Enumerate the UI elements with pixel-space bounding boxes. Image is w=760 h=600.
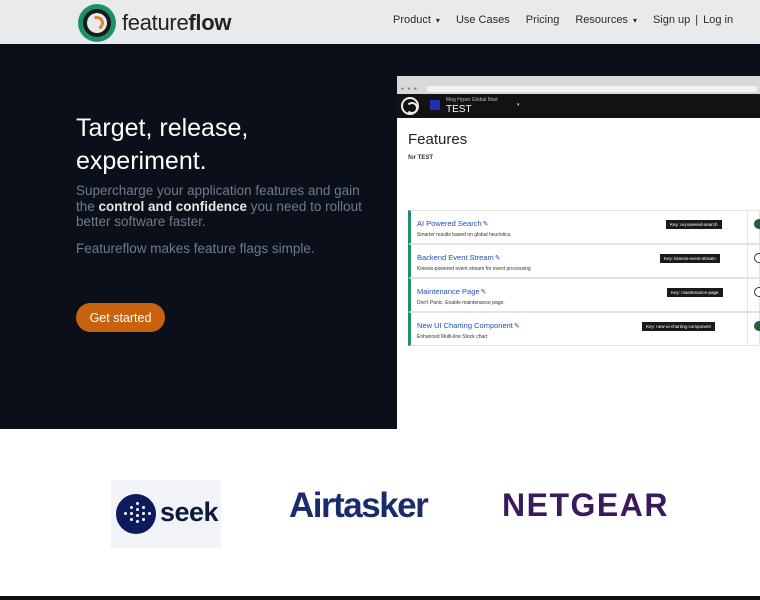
feature-toggle-on bbox=[754, 219, 760, 229]
feature-toggle-off bbox=[754, 287, 760, 297]
client-logos-section: seek Airtasker NETGEAR bbox=[0, 429, 760, 600]
get-started-button[interactable]: Get started bbox=[76, 303, 165, 332]
feature-description: Don't Panic. Enable maintenance page. bbox=[417, 300, 505, 306]
feature-description: Enhanced Multi-line Stock chart bbox=[417, 334, 488, 340]
chevron-down-icon: ▾ bbox=[435, 15, 440, 25]
featureflow-logo[interactable]: featureflow bbox=[78, 4, 232, 42]
nav-item-pricing[interactable]: Pricing bbox=[526, 14, 560, 26]
feature-key-badge: Key: new-ui-charting-component bbox=[642, 322, 715, 331]
features-heading: Features bbox=[408, 131, 468, 148]
window-controls-icon: ● ● ● bbox=[401, 86, 418, 92]
nav-item-product[interactable]: Product ▾ bbox=[393, 14, 440, 26]
feature-list: AI Powered Search✎ Smarter results based… bbox=[408, 210, 760, 346]
edit-icon: ✎ bbox=[480, 289, 487, 296]
feature-description: Smarter results based on global heuristi… bbox=[417, 232, 512, 238]
features-env-label: for TEST bbox=[408, 155, 433, 161]
hero-subtitle: Supercharge your application features an… bbox=[76, 183, 362, 229]
feature-name: AI Powered Search✎ bbox=[417, 219, 489, 228]
hero-tagline: Featureflow makes feature flags simple. bbox=[76, 241, 315, 256]
chevron-down-icon: ▾ bbox=[632, 15, 637, 25]
app-header: Meg Hyper Global Mart TEST ▾ bbox=[397, 94, 760, 118]
feature-row: Maintenance Page✎ Don't Panic. Enable ma… bbox=[408, 278, 760, 312]
feature-name: New UI Charting Component✎ bbox=[417, 321, 520, 330]
feature-row: New UI Charting Component✎ Enhanced Mult… bbox=[408, 312, 760, 346]
feature-key-badge: Key: kinesis-event-stream bbox=[660, 254, 720, 263]
feature-description: Kinesis-powered event stream for event p… bbox=[417, 266, 531, 272]
feature-name: Maintenance Page✎ bbox=[417, 287, 487, 296]
nav-item-resources[interactable]: Resources ▾ bbox=[575, 14, 637, 26]
edit-icon: ✎ bbox=[494, 255, 501, 262]
hero-title: Target, release, experiment. bbox=[76, 114, 249, 175]
edit-icon: ✎ bbox=[482, 221, 489, 228]
edit-icon: ✎ bbox=[513, 323, 520, 330]
feature-name: Backend Event Stream✎ bbox=[417, 253, 501, 262]
feature-toggle-off bbox=[754, 253, 760, 263]
login-link[interactable]: Log in bbox=[703, 14, 733, 26]
project-color-badge bbox=[430, 100, 440, 110]
top-navbar: featureflow Product ▾ Use Cases Pricing R… bbox=[0, 0, 760, 44]
brand-name: featureflow bbox=[122, 10, 232, 35]
feature-row: Backend Event Stream✎ Kinesis-powered ev… bbox=[408, 244, 760, 278]
feature-toggle-on bbox=[754, 321, 760, 331]
footer-edge bbox=[0, 596, 760, 600]
seek-dots-icon bbox=[116, 494, 156, 534]
netgear-logo: NETGEAR bbox=[502, 487, 669, 523]
address-bar bbox=[427, 86, 757, 92]
hero-section: Target, release, experiment. Supercharge… bbox=[0, 44, 760, 429]
signup-link[interactable]: Sign up bbox=[653, 14, 690, 26]
feature-key-badge: Key: ai-powered-search bbox=[666, 220, 722, 229]
auth-links: Sign up | Log in bbox=[653, 14, 733, 26]
featureflow-logo-icon bbox=[78, 4, 116, 42]
main-menu: Product ▾ Use Cases Pricing Resources ▾ Si… bbox=[393, 14, 749, 26]
nav-item-use-cases[interactable]: Use Cases bbox=[456, 14, 510, 26]
seek-wordmark: seek bbox=[160, 497, 219, 527]
seek-logo: seek bbox=[111, 480, 221, 548]
airtasker-logo: Airtasker bbox=[289, 486, 429, 525]
browser-chrome: ● ● ● bbox=[397, 76, 760, 94]
feature-row: AI Powered Search✎ Smarter results based… bbox=[408, 210, 760, 244]
org-name: Meg Hyper Global Mart bbox=[446, 97, 498, 103]
feature-key-badge: Key: maintenance-page bbox=[667, 288, 723, 297]
app-screenshot: ● ● ● Meg Hyper Global Mart TEST ▾ Featu… bbox=[397, 76, 760, 429]
chevron-down-icon: ▾ bbox=[517, 102, 520, 108]
app-logo-icon bbox=[401, 97, 419, 115]
auth-separator: | bbox=[695, 14, 699, 26]
environment-name: TEST bbox=[446, 104, 472, 115]
